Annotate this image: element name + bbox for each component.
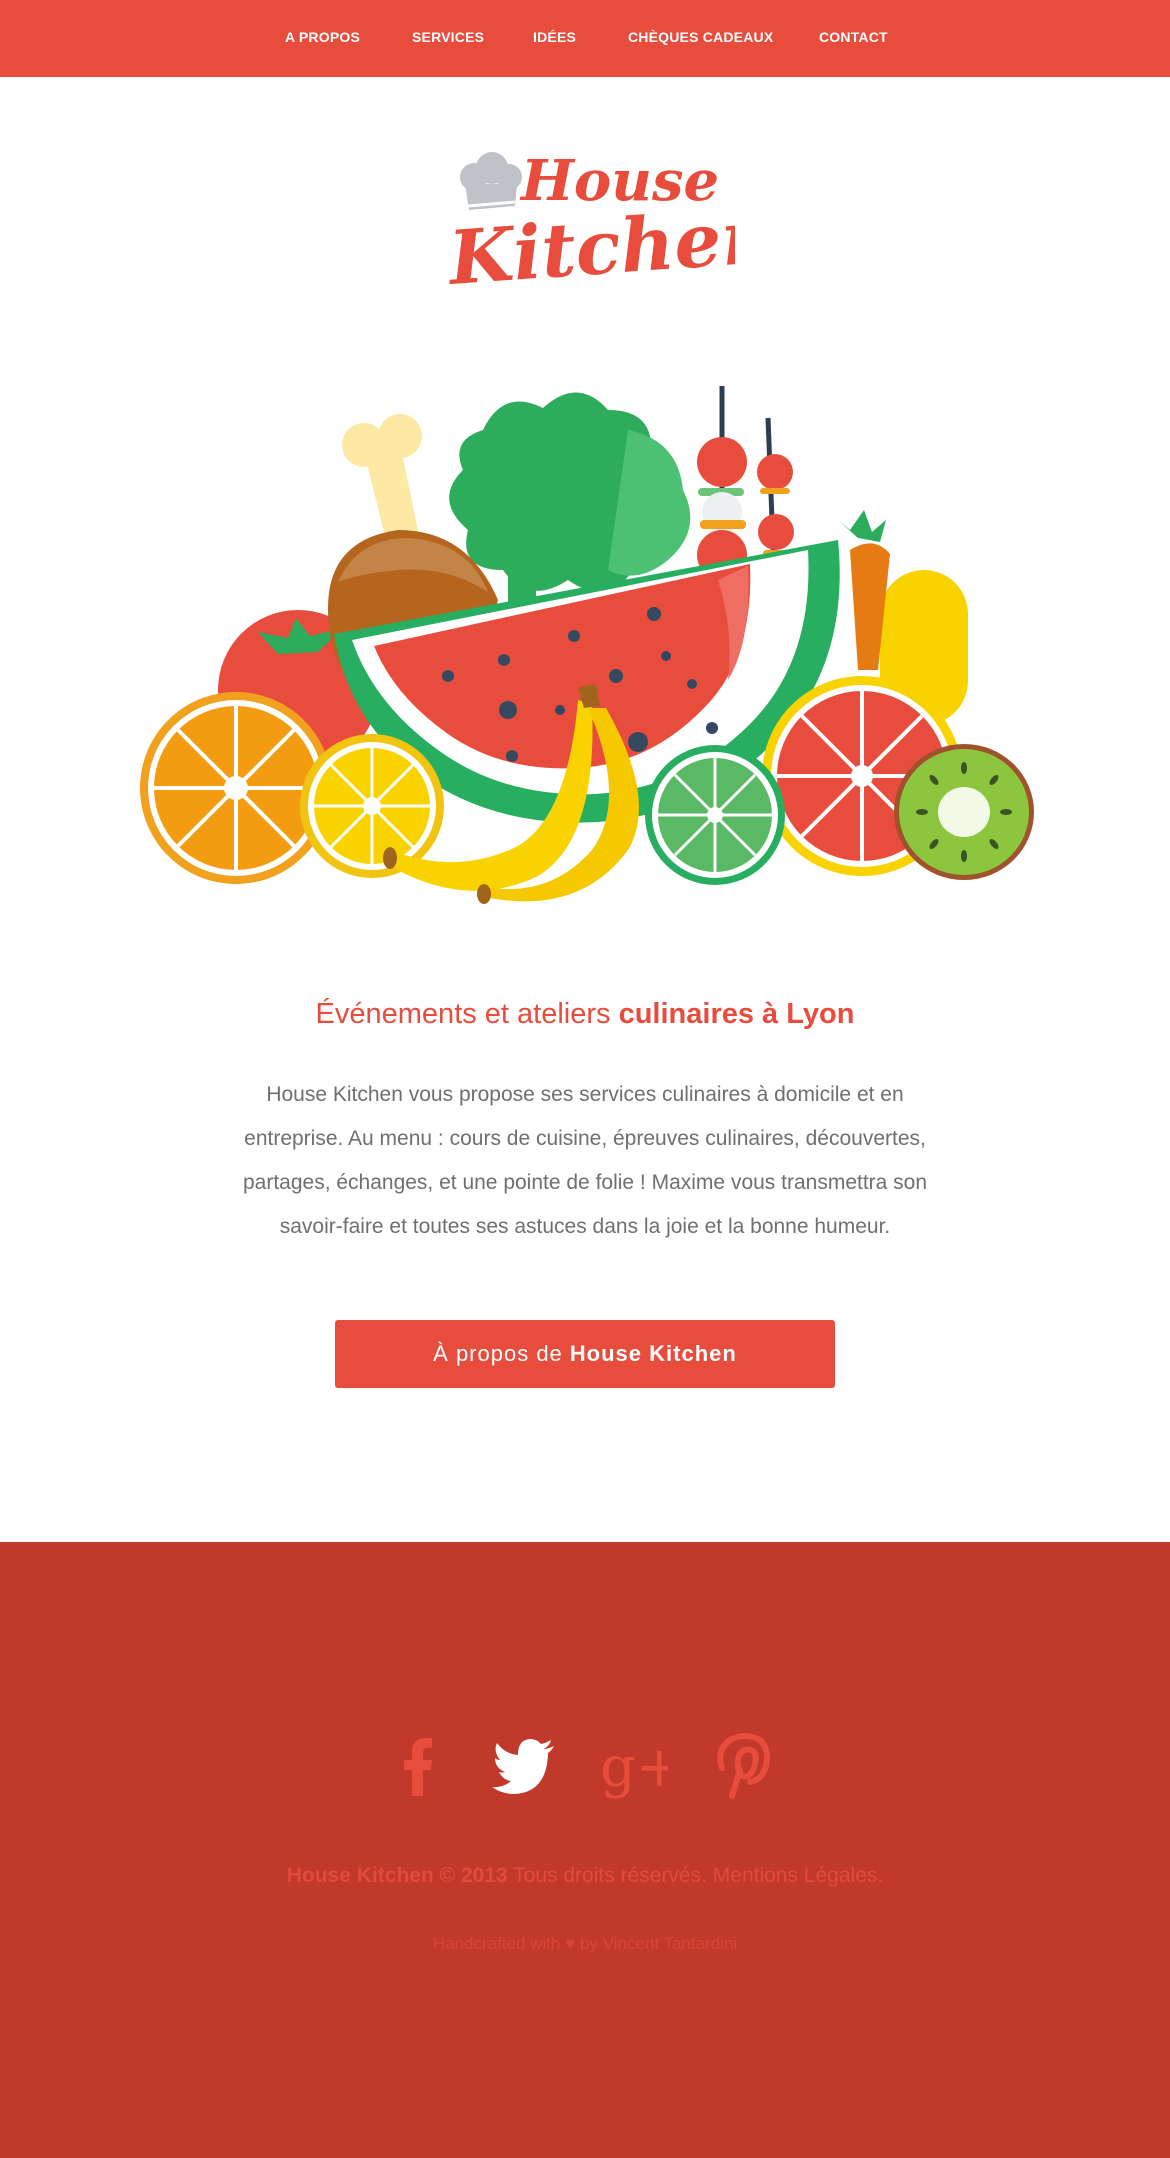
headline-strong: culinaires à Lyon	[618, 998, 855, 1030]
logo-word-kitchen: Kitchen	[445, 193, 735, 302]
heart-icon: ♥	[565, 1934, 576, 1953]
copyright-rights: Tous droits réservés.	[513, 1864, 707, 1887]
house-kitchen-logo[interactable]: House Kitchen	[445, 148, 735, 308]
credit-author-link[interactable]: by Vincent Tantardini	[580, 1934, 737, 1953]
google-plus-link[interactable]: g+	[598, 1730, 683, 1800]
nav-item-cheques-cadeaux[interactable]: CHÈQUES CADEAUX	[628, 29, 773, 45]
lime-icon	[645, 745, 785, 885]
top-navigation: A PROPOS SERVICES IDÉES CHÈQUES CADEAUX …	[0, 0, 1170, 77]
nav-item-idees[interactable]: IDÉES	[533, 29, 576, 45]
pinterest-icon	[717, 1733, 771, 1799]
facebook-icon	[404, 1738, 432, 1796]
chef-hat-icon	[460, 152, 522, 210]
credit-prefix: Handcrafted with	[432, 1934, 561, 1953]
copyright-brand: House Kitchen	[286, 1864, 434, 1887]
nav-item-contact[interactable]: CONTACT	[819, 29, 888, 45]
fruits-and-vegetables-illustration	[140, 386, 1034, 904]
facebook-link[interactable]	[382, 1730, 452, 1800]
copyright-line: House Kitchen © 2013 Tous droits réservé…	[0, 1864, 1170, 1888]
cta-prefix: À propos de	[433, 1341, 563, 1366]
credit-line: Handcrafted with ♥ by Vincent Tantardini	[0, 1934, 1170, 1954]
footer: g+ House Kitchen © 2013 Tous droits rése…	[0, 1542, 1170, 2158]
headline-light: Événements et ateliers	[315, 998, 611, 1030]
cta-strong: House Kitchen	[569, 1341, 737, 1366]
twitter-icon	[492, 1739, 554, 1794]
lemon-icon	[300, 734, 444, 878]
google-plus-icon: g+	[600, 1735, 683, 1800]
nav-item-services[interactable]: SERVICES	[412, 29, 484, 45]
copyright-symbol: ©	[439, 1864, 456, 1887]
intro-paragraph: House Kitchen vous propose ses services …	[242, 1083, 928, 1238]
pinterest-link[interactable]	[706, 1730, 776, 1800]
nav-item-a-propos[interactable]: A PROPOS	[285, 29, 360, 45]
copyright-year: 2013	[460, 1864, 508, 1887]
kiwi-icon	[894, 744, 1034, 880]
twitter-link[interactable]	[490, 1730, 560, 1800]
page-headline: Événements et ateliers culinaires à Lyon	[0, 998, 1170, 1031]
legal-notice-link[interactable]: Mentions Légales.	[713, 1864, 883, 1887]
svg-text:g+: g+	[600, 1735, 668, 1800]
about-house-kitchen-button[interactable]: À propos de House Kitchen	[335, 1320, 835, 1388]
